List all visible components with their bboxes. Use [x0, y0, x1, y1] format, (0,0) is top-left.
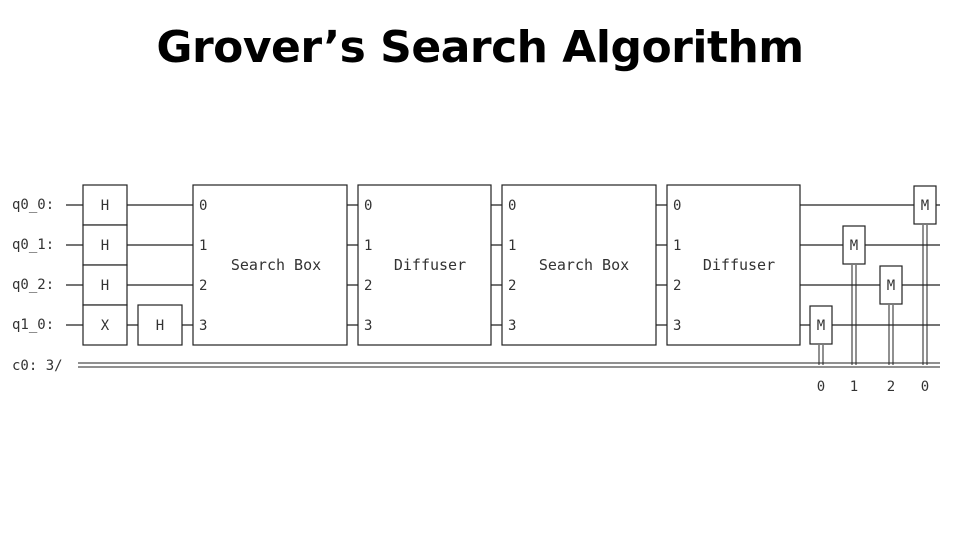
qubit-label-q0_2: q0_2:: [12, 277, 54, 293]
measure-bit-label: 0: [921, 379, 929, 395]
svg-text:H: H: [101, 198, 109, 214]
measure-bit-label: 0: [817, 379, 825, 395]
block-label: Diffuser: [703, 256, 775, 274]
svg-text:X: X: [101, 318, 110, 334]
measure-q1_0: M 0: [809, 305, 833, 395]
svg-text:1: 1: [364, 238, 372, 254]
svg-text:M: M: [817, 318, 825, 334]
svg-text:2: 2: [364, 278, 372, 294]
block-label: Search Box: [539, 256, 629, 274]
gate-h-q1_0: H: [137, 304, 183, 346]
svg-text:1: 1: [199, 238, 207, 254]
measure-q0_1: M 1: [842, 225, 866, 395]
gate-h-q0_1: H: [82, 224, 128, 266]
svg-text:2: 2: [508, 278, 516, 294]
gate-x-q1_0: X: [82, 304, 128, 346]
gate-h-q0_0: H: [82, 184, 128, 226]
svg-text:0: 0: [364, 198, 372, 214]
qubit-label-q0_1: q0_1:: [12, 237, 54, 253]
svg-text:3: 3: [508, 318, 516, 334]
diffuser-block-2: Diffuser 0 1 2 3: [666, 184, 801, 346]
svg-text:0: 0: [508, 198, 516, 214]
svg-text:0: 0: [199, 198, 207, 214]
svg-text:H: H: [156, 318, 164, 334]
measure-bit-label: 2: [887, 379, 895, 395]
svg-text:H: H: [101, 238, 109, 254]
svg-text:1: 1: [508, 238, 516, 254]
qubit-label-q0_0: q0_0:: [12, 197, 54, 213]
svg-text:2: 2: [199, 278, 207, 294]
svg-text:M: M: [921, 198, 929, 214]
qubit-label-q1_0: q1_0:: [12, 317, 54, 333]
quantum-circuit-diagram: q0_0: q0_1: q0_2: q1_0: c0: 3/ H H H X H…: [12, 184, 940, 395]
svg-text:3: 3: [364, 318, 372, 334]
svg-text:H: H: [101, 278, 109, 294]
svg-text:3: 3: [673, 318, 681, 334]
initial-gates: H H H X H: [82, 184, 183, 346]
diffuser-block-1: Diffuser 0 1 2 3: [357, 184, 492, 346]
svg-text:M: M: [850, 238, 858, 254]
search-box-block-2: Search Box 0 1 2 3: [501, 184, 657, 346]
svg-text:0: 0: [673, 198, 681, 214]
measure-bit-label: 1: [850, 379, 858, 395]
svg-text:2: 2: [673, 278, 681, 294]
measurements: M 0 M 1 M 2 M 0: [809, 185, 937, 395]
gate-h-q0_2: H: [82, 264, 128, 306]
svg-text:3: 3: [199, 318, 207, 334]
measure-q0_2: M 2: [879, 265, 903, 395]
block-label: Diffuser: [394, 256, 466, 274]
svg-text:M: M: [887, 278, 895, 294]
classical-register-label: c0: 3/: [12, 358, 63, 374]
classical-wire: [78, 362, 940, 368]
search-box-block-1: Search Box 0 1 2 3: [192, 184, 348, 346]
measure-q0_0: M 0: [913, 185, 937, 395]
block-label: Search Box: [231, 256, 321, 274]
svg-text:1: 1: [673, 238, 681, 254]
